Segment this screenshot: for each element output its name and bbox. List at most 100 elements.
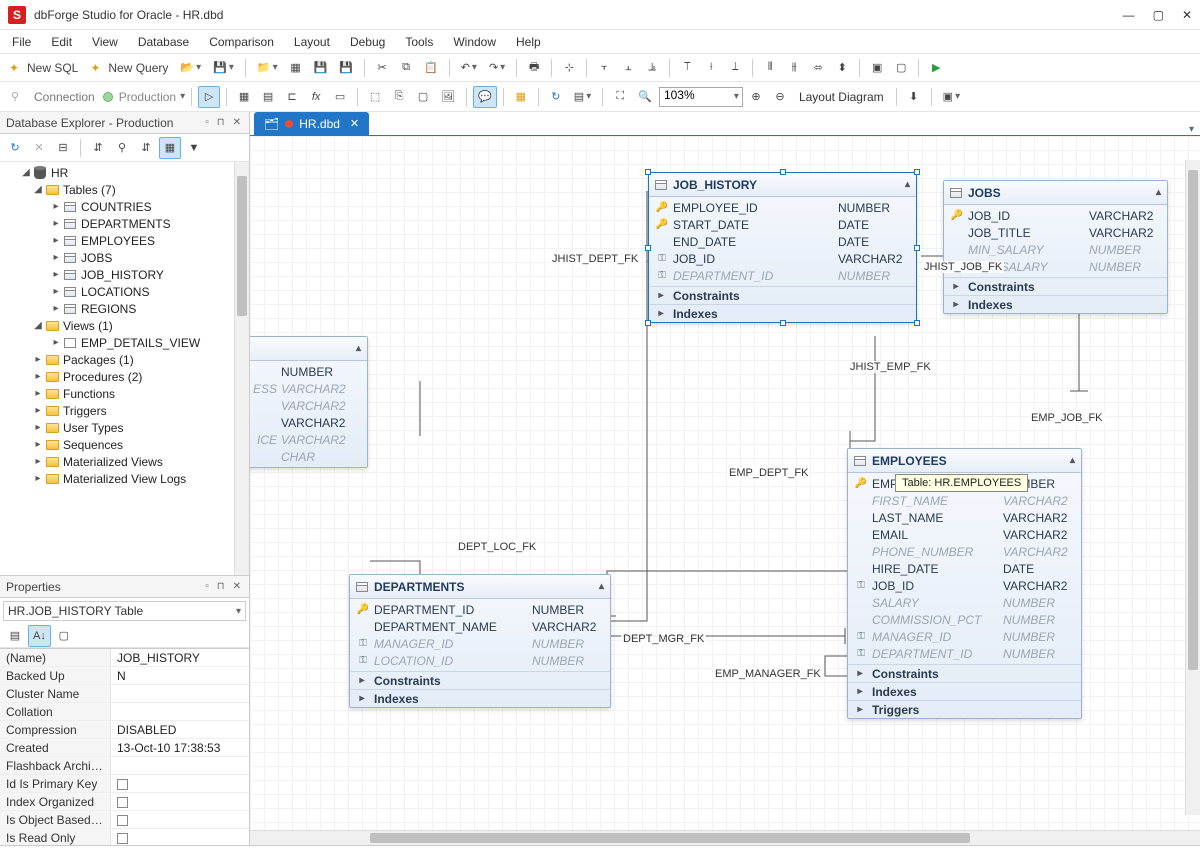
entity-jobs[interactable]: JOBS▴ 🔑JOB_IDVARCHAR2JOB_TITLEVARCHAR2MI… bbox=[943, 180, 1168, 314]
tree-folder[interactable]: ▸Packages (1) bbox=[2, 351, 247, 368]
column-row[interactable]: FIRST_NAMEVARCHAR2 bbox=[848, 492, 1081, 509]
column-row[interactable]: DEPARTMENT_NAMEVARCHAR2 bbox=[350, 618, 610, 635]
tree-folder[interactable]: ▸Procedures (2) bbox=[2, 368, 247, 385]
property-row[interactable]: Collation bbox=[0, 703, 249, 721]
send-back-button[interactable]: ▢ bbox=[890, 57, 912, 79]
export-button[interactable]: ⬇ bbox=[903, 86, 925, 108]
snap-button[interactable]: ⊹ bbox=[558, 57, 580, 79]
column-row[interactable]: ⚿DEPARTMENT_IDNUMBER bbox=[649, 267, 916, 284]
column-row[interactable]: PHONE_NUMBERVARCHAR2 bbox=[848, 543, 1081, 560]
schema-button[interactable]: ▤▾ bbox=[569, 86, 596, 108]
maximize-button[interactable]: ▢ bbox=[1153, 8, 1164, 22]
open-button[interactable]: 📂▾ bbox=[175, 57, 206, 79]
tree-table-jobs[interactable]: ▸JOBS bbox=[2, 249, 247, 266]
column-row[interactable]: JOB_TITLEVARCHAR2 bbox=[944, 224, 1167, 241]
column-row[interactable]: ⚿DEPARTMENT_IDNUMBER bbox=[848, 645, 1081, 662]
tree-scrollbar[interactable] bbox=[234, 162, 249, 575]
tab-close-icon[interactable]: ✕ bbox=[350, 117, 359, 130]
property-row[interactable]: Created13-Oct-10 17:38:53 bbox=[0, 739, 249, 757]
new-relation-button[interactable]: ⊏ bbox=[281, 86, 303, 108]
grid-mode-button[interactable]: ▦ bbox=[159, 137, 181, 159]
align-middle-button[interactable]: ⟊ bbox=[700, 57, 722, 79]
conn-icon[interactable]: ⚲ bbox=[4, 86, 26, 108]
menu-tools[interactable]: Tools bbox=[397, 33, 441, 51]
props-page-button[interactable]: ▢ bbox=[53, 625, 75, 647]
align-left-button[interactable]: ⫟ bbox=[593, 57, 615, 79]
save2-button[interactable]: 💾 bbox=[309, 57, 333, 79]
run-button[interactable]: ▶ bbox=[925, 57, 947, 79]
layout-diagram-button[interactable]: Layout Diagram bbox=[799, 90, 884, 104]
column-row[interactable]: HIRE_DATEDATE bbox=[848, 560, 1081, 577]
column-row[interactable]: ⚿MANAGER_IDNUMBER bbox=[350, 635, 610, 652]
tree-table-departments[interactable]: ▸DEPARTMENTS bbox=[2, 215, 247, 232]
new-table-button[interactable]: ▦ bbox=[233, 86, 255, 108]
filter-button[interactable]: ▼ bbox=[183, 137, 205, 159]
options-button[interactable]: ▣▾ bbox=[938, 86, 965, 108]
menu-file[interactable]: File bbox=[4, 33, 39, 51]
tree-table-countries[interactable]: ▸COUNTRIES bbox=[2, 198, 247, 215]
align-right-button[interactable]: ⫡ bbox=[641, 57, 663, 79]
column-row[interactable]: 🔑JOB_IDVARCHAR2 bbox=[944, 207, 1167, 224]
new-sql-button[interactable]: ✦New SQL bbox=[4, 57, 83, 79]
column-row[interactable]: END_DATEDATE bbox=[649, 233, 916, 250]
props-window-pos-icon[interactable]: ▫ bbox=[203, 581, 211, 592]
entity-departments[interactable]: DEPARTMENTS▴ 🔑DEPARTMENT_IDNUMBERDEPARTM… bbox=[349, 574, 611, 708]
tree-table-employees[interactable]: ▸EMPLOYEES bbox=[2, 232, 247, 249]
property-row[interactable]: Cluster Name bbox=[0, 685, 249, 703]
dist-v-button[interactable]: ⫵ bbox=[783, 57, 805, 79]
copy-button[interactable]: ⧉ bbox=[395, 57, 417, 79]
properties-grid[interactable]: (Name)JOB_HISTORYBacked UpNCluster NameC… bbox=[0, 648, 249, 845]
refresh-explorer-button[interactable]: ↻ bbox=[4, 137, 26, 159]
cut-button[interactable]: ✂ bbox=[371, 57, 393, 79]
dist-h-button[interactable]: ⫴ bbox=[759, 57, 781, 79]
menu-database[interactable]: Database bbox=[130, 33, 197, 51]
save-button[interactable]: 💾▾ bbox=[208, 57, 239, 79]
same-h-button[interactable]: ⬍ bbox=[831, 57, 853, 79]
redo-button[interactable]: ↷▾ bbox=[484, 57, 510, 79]
overview-button[interactable]: ▦ bbox=[510, 86, 532, 108]
tree-table-regions[interactable]: ▸REGIONS bbox=[2, 300, 247, 317]
menu-debug[interactable]: Debug bbox=[342, 33, 393, 51]
print-button[interactable]: 🖶 bbox=[523, 57, 545, 79]
note-button[interactable]: ▢ bbox=[412, 86, 434, 108]
canvas-v-scrollbar[interactable] bbox=[1185, 160, 1200, 815]
property-row[interactable]: Backed UpN bbox=[0, 667, 249, 685]
pointer-tool[interactable]: ▷ bbox=[198, 86, 220, 108]
comment-button[interactable]: 💬 bbox=[473, 86, 497, 108]
diagram-canvas[interactable]: ▴ NUMBERESSVARCHAR2VARCHAR2VARCHAR2ICEVA… bbox=[250, 136, 1200, 830]
tree-folder[interactable]: ▸Triggers bbox=[2, 402, 247, 419]
tree-folder[interactable]: ▸Materialized Views bbox=[2, 453, 247, 470]
column-row[interactable]: ⚿LOCATION_IDNUMBER bbox=[350, 652, 610, 669]
folder-button[interactable]: 📁▾ bbox=[252, 57, 283, 79]
entity-job-history[interactable]: JOB_HISTORY▴ 🔑EMPLOYEE_IDNUMBER🔑START_DA… bbox=[648, 172, 917, 323]
menu-help[interactable]: Help bbox=[508, 33, 549, 51]
same-w-button[interactable]: ⬄ bbox=[807, 57, 829, 79]
column-row[interactable]: EMAILVARCHAR2 bbox=[848, 526, 1081, 543]
tree-folder[interactable]: ▸Materialized View Logs bbox=[2, 470, 247, 487]
filter1-button[interactable]: ⇵ bbox=[87, 137, 109, 159]
canvas-h-scrollbar[interactable] bbox=[250, 830, 1200, 845]
column-row[interactable]: ⚿JOB_IDVARCHAR2 bbox=[848, 577, 1081, 594]
property-row[interactable]: CompressionDISABLED bbox=[0, 721, 249, 739]
tree-collapse-button[interactable]: ⊟ bbox=[52, 137, 74, 159]
explorer-tree[interactable]: ◢HR ◢Tables (7) ▸COUNTRIES▸DEPARTMENTS▸E… bbox=[0, 162, 249, 575]
tree-folder[interactable]: ▸User Types bbox=[2, 419, 247, 436]
image-button[interactable]: 🖼 bbox=[436, 86, 460, 108]
zoom-input[interactable]: 103%▾ bbox=[659, 87, 743, 107]
column-row[interactable]: MIN_SALARYNUMBER bbox=[944, 241, 1167, 258]
column-row[interactable]: ⚿MANAGER_IDNUMBER bbox=[848, 628, 1081, 645]
panel-pin-icon[interactable]: ⊓ bbox=[215, 117, 227, 128]
container-button[interactable]: ▭ bbox=[329, 86, 351, 108]
tree-folder[interactable]: ▸Sequences bbox=[2, 436, 247, 453]
crop-button[interactable]: ⬚ bbox=[364, 86, 386, 108]
fx-button[interactable]: fx bbox=[305, 86, 327, 108]
align-center-button[interactable]: ⫠ bbox=[617, 57, 639, 79]
menu-view[interactable]: View bbox=[84, 33, 126, 51]
delete-explorer-button[interactable]: ✕ bbox=[28, 137, 50, 159]
panel-window-pos-icon[interactable]: ▫ bbox=[203, 117, 211, 128]
minimize-button[interactable]: — bbox=[1123, 8, 1135, 22]
property-row[interactable]: Index Organized bbox=[0, 793, 249, 811]
filter2-button[interactable]: ⚲ bbox=[111, 137, 133, 159]
column-row[interactable]: 🔑EMPLOYEE_IDNUMBER bbox=[649, 199, 916, 216]
zoom-in-button[interactable]: ⊕ bbox=[745, 86, 767, 108]
